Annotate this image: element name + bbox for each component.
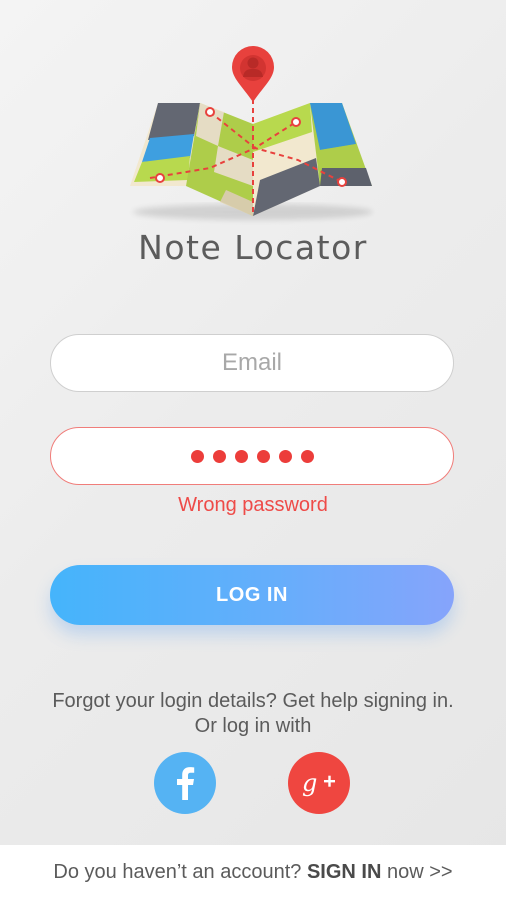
- or-login-with-label: Or log in with: [194, 715, 312, 737]
- facebook-icon: [177, 767, 195, 800]
- password-dot: [278, 449, 292, 463]
- google-plus-login-button[interactable]: g: [288, 752, 350, 814]
- app-title: Note Locator: [138, 228, 368, 267]
- google-plus-icon: g: [302, 769, 335, 797]
- sign-in-link[interactable]: SIGN IN: [307, 861, 381, 884]
- signup-footer: Do you haven’t an account? SIGN IN now >…: [0, 845, 506, 900]
- password-dot: [190, 449, 204, 463]
- forgot-login-link[interactable]: Forgot your login details? Get help sign…: [0, 689, 506, 714]
- password-dot: [212, 449, 226, 463]
- password-dot: [300, 449, 314, 463]
- login-button[interactable]: LOG IN: [50, 565, 454, 625]
- map-logo-icon: [130, 46, 373, 220]
- password-dot: [234, 449, 248, 463]
- email-field[interactable]: [50, 334, 454, 392]
- footer-suffix: now >>: [381, 861, 453, 883]
- facebook-login-button[interactable]: [154, 752, 216, 814]
- help-text: Forgot your login details? Get help sign…: [0, 689, 506, 739]
- email-input[interactable]: [51, 348, 453, 378]
- password-error-message: Wrong password: [178, 494, 328, 516]
- svg-text:g: g: [302, 769, 317, 797]
- password-field[interactable]: [50, 427, 454, 485]
- password-mask: [190, 449, 314, 463]
- footer-prefix: Do you haven’t an account?: [53, 861, 307, 883]
- password-dot: [256, 449, 270, 463]
- login-screen: Note Locator Wrong password LOG IN Forgo…: [0, 0, 506, 900]
